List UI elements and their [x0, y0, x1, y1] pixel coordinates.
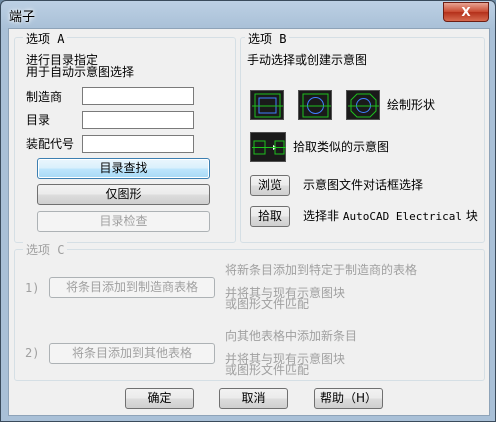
ok-button[interactable]: 确定	[125, 388, 194, 409]
step2-desc-line1: 向其他表格中添加新条目	[225, 329, 358, 343]
step1-desc-line3: 或图形文件匹配	[225, 297, 310, 311]
step2-number: 2)	[25, 346, 40, 360]
assembly-code-label: 装配代号	[26, 137, 75, 151]
pick-desc-app-name: AutoCAD Electrical	[342, 210, 463, 223]
manufacturer-field[interactable]	[82, 87, 194, 105]
graphics-only-button[interactable]: 仅图形	[37, 184, 210, 205]
close-icon: X	[461, 5, 471, 19]
step2-desc-line3: 或图形文件匹配	[225, 363, 310, 377]
options-a-title: 选项 A	[23, 30, 68, 47]
pick-button[interactable]: 拾取	[250, 206, 290, 227]
dialog-window: 端子 X 选项 A 进行目录指定 用于自动示意图选择 制造商 目录 装配代号 目…	[0, 0, 496, 422]
options-a-desc-line2: 用于自动示意图选择	[26, 65, 135, 79]
step1-desc-line1: 将新条目添加到特定于制造商的表格	[225, 263, 418, 277]
pick-desc-prefix: 选择非	[303, 209, 340, 223]
options-c-title: 选项 C	[23, 241, 68, 258]
add-to-other-table-button[interactable]: 将条目添加到其他表格	[49, 343, 215, 364]
help-button[interactable]: 帮助（H）	[314, 388, 383, 409]
window-title: 端子	[9, 10, 36, 25]
pick-similar-icon[interactable]	[250, 132, 286, 162]
dialog-client-area: 选项 A 进行目录指定 用于自动示意图选择 制造商 目录 装配代号 目录查找 仅…	[8, 28, 490, 416]
octagon-terminal-icon[interactable]	[346, 90, 380, 120]
manufacturer-label: 制造商	[26, 90, 63, 104]
assembly-code-field[interactable]	[82, 135, 194, 153]
square-terminal-icon[interactable]	[250, 90, 284, 120]
cancel-button[interactable]: 取消	[219, 388, 288, 409]
close-button[interactable]: X	[443, 2, 489, 22]
step1-number: 1)	[25, 281, 40, 295]
circle-terminal-icon[interactable]	[298, 90, 332, 120]
browse-button[interactable]: 浏览	[250, 175, 290, 196]
add-to-manufacturer-table-button[interactable]: 将条目添加到制造商表格	[49, 277, 215, 298]
pick-desc-suffix: 块	[465, 209, 478, 223]
options-b-title: 选项 B	[245, 30, 290, 47]
draw-shape-label: 绘制形状	[387, 98, 436, 112]
catalog-field[interactable]	[82, 111, 194, 129]
options-b-desc: 手动选择或创建示意图	[247, 53, 368, 67]
catalog-label: 目录	[26, 113, 51, 127]
browse-desc: 示意图文件对话框选择	[303, 178, 424, 192]
catalog-check-button[interactable]: 目录检查	[37, 211, 210, 232]
title-bar[interactable]: 端子 X	[1, 1, 495, 27]
pick-similar-label: 拾取类似的示意图	[293, 140, 390, 154]
catalog-lookup-button[interactable]: 目录查找	[37, 158, 210, 179]
pick-desc: 选择非 AutoCAD Electrical 块	[303, 209, 478, 224]
